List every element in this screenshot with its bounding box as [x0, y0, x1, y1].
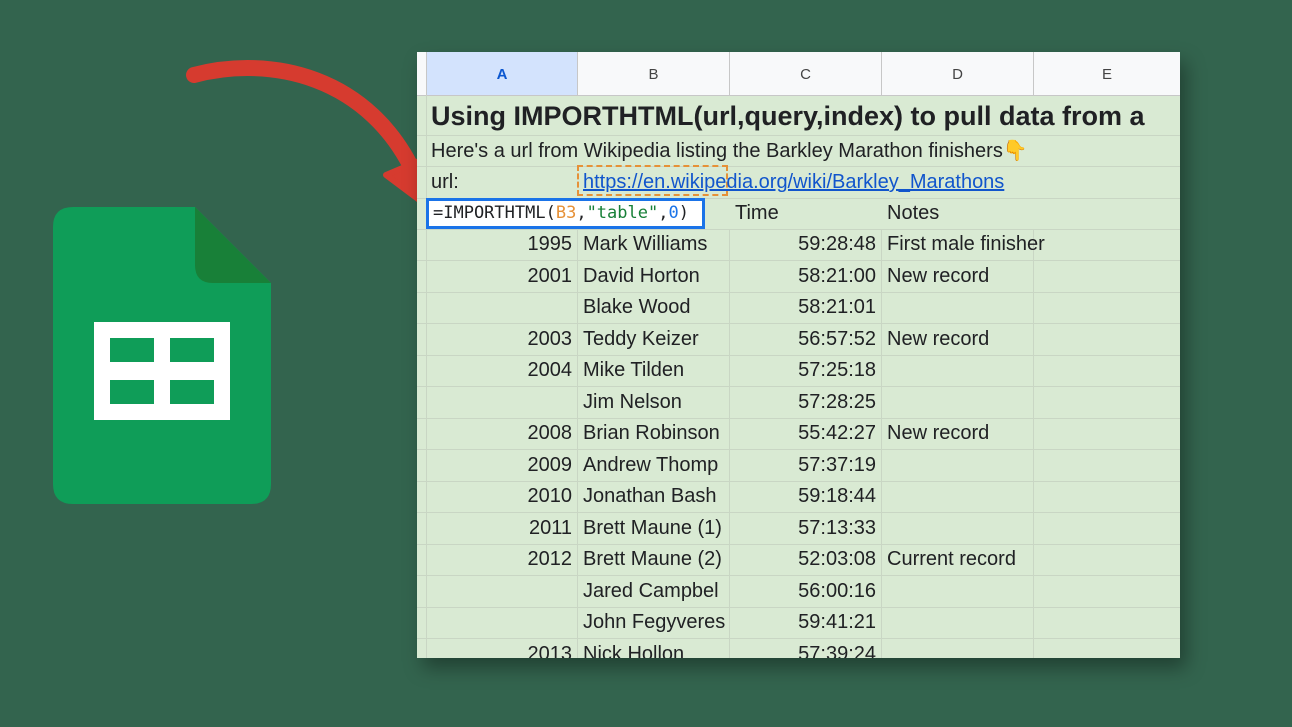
name-cell[interactable]: Brett Maune (2) — [583, 544, 729, 575]
name-cell[interactable]: John Fegyveres — [583, 607, 729, 638]
time-cell[interactable]: 58:21:01 — [730, 292, 876, 323]
notes-cell[interactable] — [887, 355, 1177, 386]
spreadsheet: A B C D E Using IMPORTHTML(url,query,ind… — [417, 52, 1180, 658]
year-cell[interactable]: 2004 — [427, 355, 573, 386]
time-cell[interactable]: 57:13:33 — [730, 513, 876, 544]
name-cell[interactable]: Brett Maune (1) — [583, 513, 729, 544]
year-cell[interactable]: 2008 — [427, 418, 573, 449]
formula-suffix: ) — [678, 203, 689, 223]
time-cell[interactable]: 59:41:21 — [730, 607, 876, 638]
formula-cell-editor[interactable]: =IMPORTHTML(B3,"table",0) — [426, 198, 705, 229]
name-cell[interactable]: Mike Tilden — [583, 355, 729, 386]
time-cell[interactable]: 57:25:18 — [730, 355, 876, 386]
column-header-a[interactable]: A — [427, 52, 578, 95]
formula-prefix: =IMPORTHTML( — [433, 203, 556, 223]
name-cell[interactable]: Andrew Thomp — [583, 450, 729, 481]
year-cell[interactable]: 2012 — [427, 544, 573, 575]
column-header-d[interactable]: D — [882, 52, 1034, 95]
name-cell[interactable]: Brian Robinson — [583, 418, 729, 449]
name-cell[interactable]: Jim Nelson — [583, 387, 729, 418]
year-cell[interactable]: 2001 — [427, 261, 573, 292]
notes-cell[interactable]: Current record — [887, 544, 1177, 575]
select-all-corner[interactable] — [417, 52, 427, 95]
year-cell[interactable] — [427, 607, 572, 638]
formula-sep: , — [658, 203, 669, 223]
notes-cell[interactable] — [887, 607, 1177, 638]
time-cell[interactable]: 56:57:52 — [730, 324, 876, 355]
notes-cell[interactable] — [887, 387, 1177, 418]
notes-cell[interactable]: New record — [887, 324, 1177, 355]
time-cell[interactable]: 56:00:16 — [730, 576, 876, 607]
sheet-title-cell[interactable]: Using IMPORTHTML(url,query,index) to pul… — [431, 97, 1145, 135]
year-cell[interactable]: 2009 — [427, 450, 573, 481]
notes-cell[interactable]: New record — [887, 261, 1177, 292]
time-cell[interactable]: 57:28:25 — [730, 387, 876, 418]
time-cell[interactable]: 59:28:48 — [730, 229, 876, 260]
time-cell[interactable]: 52:03:08 — [730, 544, 876, 575]
notes-cell[interactable] — [887, 481, 1177, 512]
time-cell[interactable]: 55:42:27 — [730, 418, 876, 449]
description-cell[interactable]: Here's a url from Wikipedia listing the … — [431, 136, 1028, 167]
notes-cell[interactable]: New record — [887, 418, 1177, 449]
name-cell[interactable]: Jonathan Bash — [583, 481, 729, 512]
time-cell[interactable]: 57:39:24 — [730, 639, 876, 658]
year-cell[interactable]: 2003 — [427, 324, 573, 355]
year-cell[interactable]: 2011 — [427, 513, 572, 544]
name-cell[interactable]: Mark Williams — [583, 229, 729, 260]
cell-grid: Using IMPORTHTML(url,query,index) to pul… — [417, 95, 1180, 658]
name-cell[interactable]: Teddy Keizer — [583, 324, 729, 355]
year-cell[interactable]: 2013 — [427, 639, 573, 658]
notes-cell[interactable] — [887, 639, 1177, 658]
formula-sep: , — [576, 203, 587, 223]
year-cell[interactable]: 1995 — [427, 229, 573, 260]
notes-cell[interactable] — [887, 513, 1177, 544]
year-cell[interactable] — [427, 292, 572, 323]
time-cell[interactable]: 58:21:00 — [730, 261, 876, 292]
formula-ref: B3 — [555, 203, 577, 223]
name-cell[interactable]: David Horton — [583, 261, 729, 292]
header-time-cell[interactable]: Time — [735, 198, 779, 229]
year-cell[interactable] — [427, 576, 572, 607]
notes-cell[interactable]: First male finisher — [887, 229, 1177, 260]
notes-cell[interactable] — [887, 450, 1177, 481]
time-cell[interactable]: 59:18:44 — [730, 481, 876, 512]
column-header-e[interactable]: E — [1034, 52, 1180, 95]
notes-cell[interactable] — [887, 292, 1177, 323]
notes-cell[interactable] — [887, 576, 1177, 607]
year-cell[interactable]: 2010 — [427, 481, 573, 512]
name-cell[interactable]: Blake Wood — [583, 292, 729, 323]
header-notes-cell[interactable]: Notes — [887, 198, 939, 229]
name-cell[interactable]: Jared Campbel — [583, 576, 729, 607]
time-cell[interactable]: 57:37:19 — [730, 450, 876, 481]
google-sheets-logo-icon — [53, 207, 271, 504]
column-header-c[interactable]: C — [730, 52, 882, 95]
formula-query: "table" — [586, 203, 659, 223]
year-cell[interactable] — [427, 387, 572, 418]
name-cell[interactable]: Nick Hollon — [583, 639, 729, 658]
column-header-row: A B C D E — [417, 52, 1180, 96]
url-label-cell[interactable]: url: — [431, 167, 459, 198]
url-link[interactable]: https://en.wikipedia.org/wiki/Barkley_Ma… — [583, 167, 1004, 198]
formula-index: 0 — [668, 203, 679, 223]
column-header-b[interactable]: B — [578, 52, 730, 95]
